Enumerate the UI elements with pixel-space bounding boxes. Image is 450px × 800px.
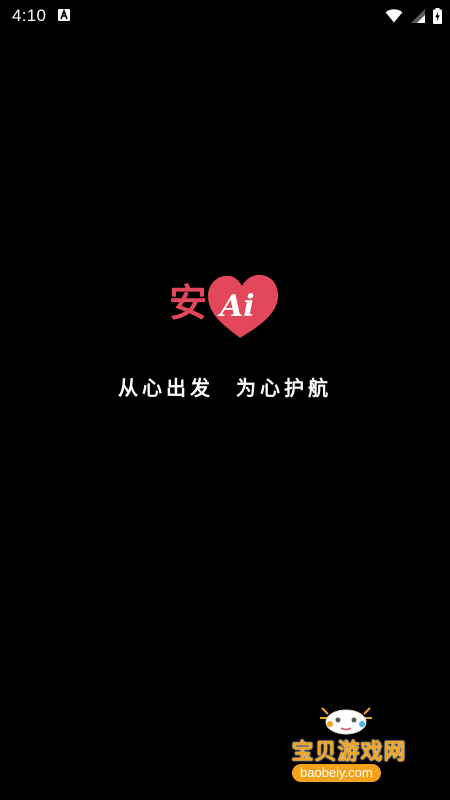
watermark-url[interactable]: baobeiy.com [292,764,381,782]
status-bar: 4:10 [0,0,450,32]
watermark-title: 宝贝游戏网 [291,740,407,765]
battery-charging-icon [433,8,442,24]
logo-char: 安 [169,281,207,325]
slogan-text: 从心出发 为心护航 [118,376,332,400]
android-a-icon [58,9,70,21]
watermark: 宝贝游戏网 baobeiy.com [268,700,428,792]
gamepad-mascot-icon [320,707,372,735]
wifi-icon [385,9,403,23]
status-time: 4:10 [12,6,47,25]
status-icons [385,7,442,25]
logo-ai-text: Ai [217,289,255,324]
app-logo: 安 Ai [169,274,279,338]
cell-signal-icon [411,9,425,23]
